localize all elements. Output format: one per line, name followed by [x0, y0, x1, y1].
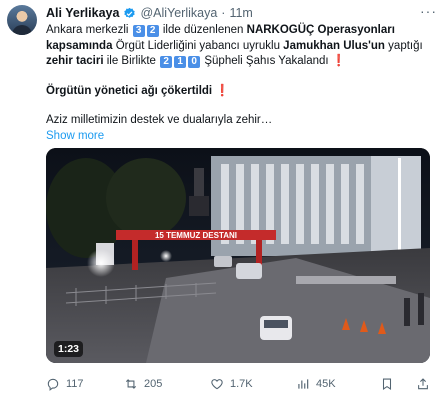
share-icon [418, 378, 428, 390]
exclamation-icon: ❗ [215, 84, 230, 97]
bookmark-icon [382, 378, 392, 390]
share-button[interactable] [416, 377, 430, 391]
tweet: Ali Yerlikaya @AliYerlikaya · 11m ··· An… [0, 0, 447, 408]
keycap-digit: 0 [188, 56, 201, 68]
text-segment: Şüpheli Şahıs Yakalandı [204, 55, 329, 67]
like-button[interactable]: 1.7K [210, 377, 253, 391]
text-segment-bold: Örgütün yönetici ağı çökertildi [46, 84, 213, 97]
reply-icon [47, 378, 59, 391]
text-segment-bold: zehir taciri [46, 55, 104, 67]
heart-icon [211, 379, 223, 390]
more-icon[interactable]: ··· [420, 3, 437, 19]
separator-dot: · [221, 6, 226, 20]
like-count: 1.7K [230, 378, 253, 390]
views-icon [298, 379, 309, 389]
text-segment: Örgüt Liderliğini yabancı uyruklu [115, 39, 280, 52]
text-segment: Aziz milletimizin destek ve dualarıyla z… [46, 114, 273, 126]
repost-button[interactable]: 205 [124, 377, 162, 391]
timestamp[interactable]: 11m [229, 6, 252, 20]
exclamation-icon: ❗ [331, 55, 347, 67]
text-segment-bold: Jamukhan Ulus'un [283, 39, 385, 52]
show-more-link[interactable]: Show more [46, 130, 104, 142]
reply-button[interactable]: 117 [46, 377, 84, 391]
keycap-digit: 3 [132, 25, 145, 37]
keycap-digit: 1 [174, 56, 187, 68]
avatar[interactable] [7, 5, 37, 35]
bookmark-button[interactable] [380, 377, 394, 391]
repost-count: 205 [144, 378, 163, 390]
reply-count: 117 [66, 378, 84, 390]
tweet-text: Ankara merkezli 32 ilde düzenlenen NARKO… [46, 23, 436, 144]
text-segment: yaptığı [388, 39, 423, 52]
action-bar: 117 205 1.7K 45K [46, 373, 436, 395]
video-player[interactable]: 15 TEMMUZ DESTANI 1:23 [46, 148, 430, 363]
author-name[interactable]: Ali Yerlikaya [46, 6, 119, 20]
keycap-digit: 2 [160, 56, 173, 68]
banner-text: 15 TEMMUZ DESTANI [155, 231, 237, 240]
author-handle[interactable]: @AliYerlikaya [140, 6, 217, 20]
video-duration: 1:23 [54, 341, 84, 357]
repost-icon [125, 379, 137, 389]
video-frame: 15 TEMMUZ DESTANI [46, 148, 430, 363]
keycap-digit: 2 [146, 25, 159, 37]
views-button[interactable]: 45K [296, 377, 336, 391]
text-segment: ilde düzenlenen [162, 24, 244, 36]
views-count: 45K [316, 378, 336, 390]
text-segment-bold: NARKOGÜÇ Operasyonları [246, 24, 395, 36]
text-segment: Ankara merkezli [46, 24, 129, 36]
text-segment: ile Birlikte [106, 55, 156, 67]
tweet-header: Ali Yerlikaya @AliYerlikaya · 11m [46, 6, 253, 20]
verified-badge-icon [124, 7, 136, 18]
text-segment-bold: kapsamında [46, 39, 113, 52]
